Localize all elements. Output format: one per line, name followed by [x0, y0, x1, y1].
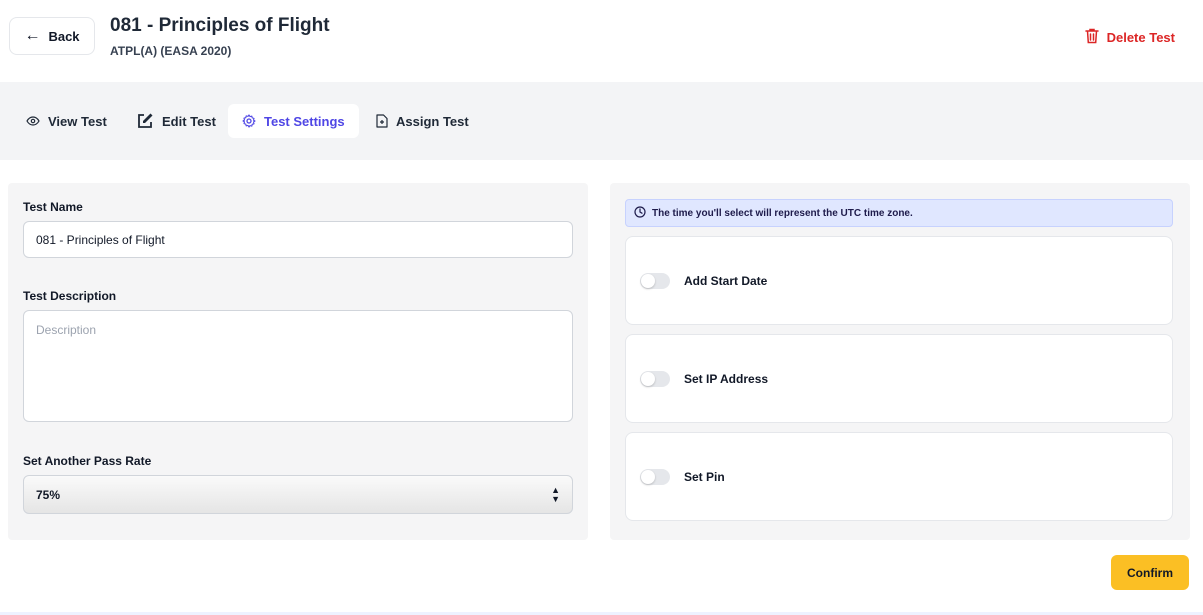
page-subtitle: ATPL(A) (EASA 2020) — [110, 44, 232, 58]
test-name-input[interactable]: 081 - Principles of Flight — [23, 221, 573, 258]
delete-test-label: Delete Test — [1106, 30, 1175, 45]
tab-assign-test[interactable]: Assign Test — [362, 104, 483, 138]
test-name-label: Test Name — [23, 200, 83, 214]
back-label: Back — [48, 28, 80, 44]
test-restrictions-panel: The time you'll select will represent th… — [610, 183, 1190, 540]
test-details-panel: Test Name 081 - Principles of Flight Tes… — [8, 183, 588, 540]
tab-label: View Test — [48, 113, 107, 129]
test-description-label: Test Description — [23, 289, 117, 303]
page-header: ← Back 081 - Principles of Flight ATPL(A… — [0, 0, 1203, 82]
pin-card: Set Pin — [625, 432, 1173, 521]
document-plus-icon — [376, 114, 388, 128]
start-date-label: Add Start Date — [684, 273, 768, 288]
tab-test-settings[interactable]: Test Settings — [228, 104, 359, 138]
utc-info-banner: The time you'll select will represent th… — [625, 199, 1173, 227]
test-description-input[interactable]: Description — [23, 310, 573, 422]
pin-label: Set Pin — [684, 469, 725, 484]
clock-icon — [634, 205, 646, 221]
start-date-toggle[interactable] — [640, 272, 670, 289]
tab-label: Test Settings — [264, 113, 345, 129]
utc-info-text: The time you'll select will represent th… — [652, 207, 913, 219]
ip-address-card: Set IP Address — [625, 334, 1173, 423]
tab-edit-test[interactable]: Edit Test — [122, 104, 230, 138]
page-title: 081 - Principles of Flight — [110, 15, 330, 36]
gear-icon — [242, 114, 256, 128]
back-button[interactable]: ← Back — [9, 17, 95, 55]
confirm-button[interactable]: Confirm — [1111, 555, 1189, 590]
tab-bar: View Test Edit Test Test Settings Assign… — [0, 82, 1203, 160]
edit-icon — [136, 112, 154, 130]
trash-icon — [1084, 28, 1099, 47]
start-date-card: Add Start Date — [625, 236, 1173, 325]
ip-address-label: Set IP Address — [684, 371, 769, 386]
tab-label: Edit Test — [162, 113, 216, 129]
tab-view-test[interactable]: View Test — [12, 104, 121, 138]
eye-icon — [26, 116, 40, 126]
pass-rate-label: Set Another Pass Rate — [23, 454, 152, 468]
arrow-left-icon: ← — [24, 27, 41, 44]
pass-rate-select[interactable]: 75% ▲ ▼ — [23, 475, 573, 514]
delete-test-button[interactable]: Delete Test — [1084, 28, 1175, 47]
select-caret-icon: ▲ ▼ — [551, 485, 560, 504]
pin-toggle[interactable] — [640, 468, 670, 485]
pass-rate-value: 75% — [36, 487, 61, 502]
ip-address-toggle[interactable] — [640, 370, 670, 387]
tab-label: Assign Test — [396, 113, 469, 129]
